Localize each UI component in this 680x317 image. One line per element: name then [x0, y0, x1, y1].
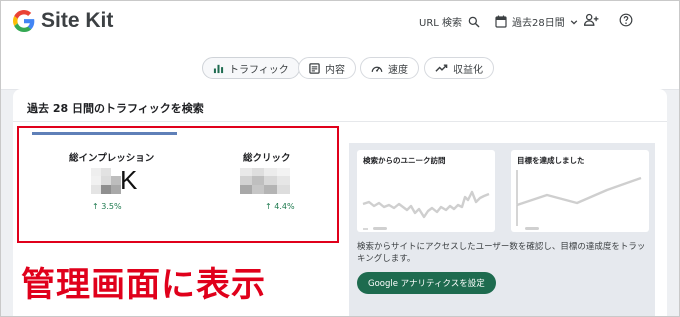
help-icon [619, 13, 633, 27]
active-metric-indicator [32, 132, 177, 135]
search-icon [468, 16, 480, 27]
annotation-text: 管理画面に表示 [21, 265, 266, 305]
help-button[interactable] [619, 13, 633, 27]
url-search-button[interactable]: URL 検索 [419, 14, 481, 29]
tab-monetization[interactable]: 収益化 [424, 57, 494, 79]
clicks-label[interactable]: 総クリック [243, 150, 291, 164]
tab-traffic-label: トラフィック [229, 64, 289, 76]
card-title: 過去 28 日間のトラフィックを検索 [27, 102, 204, 115]
analytics-panel: 検索からのユニーク訪問 目標を達成しました 検索からサイトにアクセスしたユーザー… [349, 143, 655, 316]
clicks-change: ↑ 4.4% [265, 202, 295, 211]
mini-chart-title: 目標を達成しました [517, 156, 585, 165]
top-header: Site Kit URL 検索 過去28日間 [1, 1, 679, 48]
chevron-down-icon [570, 19, 577, 25]
brand-name: Site Kit [41, 9, 114, 32]
highlight-box: 総インプレッション K ↑ 3.5% 総クリック ↑ 4.4% [17, 126, 339, 243]
speedometer-icon [371, 66, 383, 72]
search-traffic-card: 過去 28 日間のトラフィックを検索 総インプレッション K ↑ 3.5% 総ク… [13, 89, 667, 316]
clicks-value-blurred [240, 168, 290, 194]
mini-chart-goals: 目標を達成しました [511, 150, 649, 232]
tab-content-label: 内容 [325, 64, 345, 76]
add-user-button[interactable] [584, 13, 599, 27]
card-divider [13, 121, 667, 122]
calendar-icon [495, 15, 507, 28]
analytics-description: 検索からサイトにアクセスしたユーザー数を確認し、目標の達成度をトラッキングします… [357, 242, 646, 264]
impressions-change: ↑ 3.5% [92, 202, 122, 211]
date-range-selector[interactable]: 過去28日間 [495, 14, 578, 29]
section-nav: トラフィック 内容 速度 収益化 [1, 47, 679, 90]
url-search-label: URL 検索 [419, 18, 463, 29]
content-icon [309, 62, 320, 74]
impressions-label[interactable]: 総インプレッション [69, 150, 154, 164]
tab-speed-label: 速度 [388, 64, 408, 76]
impressions-value-suffix: K [120, 165, 138, 195]
app-frame: Site Kit URL 検索 過去28日間 トラフィック 内容 速度 収益化 … [0, 0, 680, 317]
tab-speed[interactable]: 速度 [360, 57, 419, 79]
mini-chart-unique-visits: 検索からのユニーク訪問 [357, 150, 495, 232]
tab-monetization-label: 収益化 [453, 64, 483, 76]
date-range-label: 過去28日間 [512, 18, 565, 29]
impressions-value-blurred [91, 168, 121, 194]
trend-up-icon [435, 64, 448, 72]
bar-chart-icon [213, 64, 224, 73]
tab-traffic[interactable]: トラフィック [202, 57, 300, 79]
mini-chart-title: 検索からのユニーク訪問 [363, 156, 446, 165]
add-user-icon [584, 13, 599, 26]
tab-content[interactable]: 内容 [298, 57, 356, 79]
setup-analytics-button[interactable]: Google アナリティクスを設定 [357, 272, 496, 294]
google-g-icon [13, 10, 35, 32]
